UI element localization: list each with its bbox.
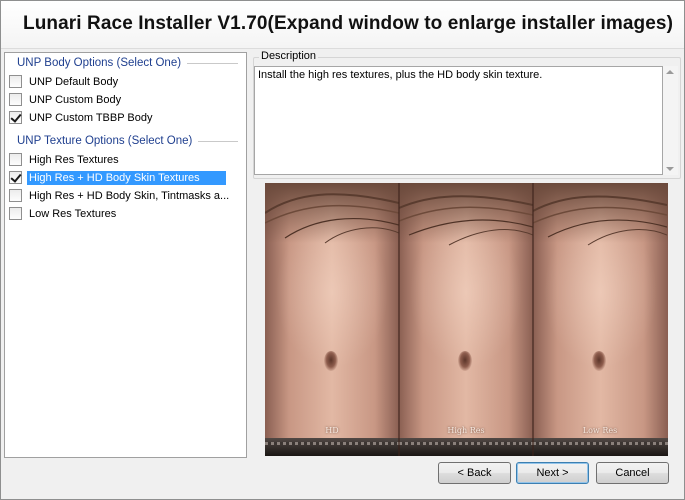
group-header-divider <box>187 63 238 64</box>
hair-strands-icon <box>399 195 533 246</box>
panel-divider <box>398 183 400 456</box>
window-title: Lunari Race Installer V1.70(Expand windo… <box>23 13 674 34</box>
option-unp-custom-body[interactable]: UNP Custom Body <box>9 91 123 108</box>
checkbox[interactable] <box>9 153 22 166</box>
checkbox[interactable] <box>9 207 22 220</box>
checkbox[interactable] <box>9 189 22 202</box>
group-header-texture-text: UNP Texture Options (Select One) <box>17 135 193 147</box>
group-header-texture: UNP Texture Options (Select One) <box>17 134 238 148</box>
checkbox[interactable] <box>9 93 22 106</box>
navel <box>324 351 338 371</box>
belt <box>265 438 399 456</box>
option-unp-custom-tbbp-body[interactable]: UNP Custom TBBP Body <box>9 109 155 126</box>
option-label: High Res + HD Body Skin, Tintmasks a... <box>29 189 230 202</box>
options-panel: UNP Body Options (Select One) UNP Defaul… <box>4 52 247 458</box>
option-high-res-hd-body-skin[interactable]: High Res + HD Body Skin Textures <box>9 169 226 186</box>
option-label: High Res + HD Body Skin Textures <box>27 170 226 185</box>
checkbox[interactable] <box>9 75 22 88</box>
option-label: UNP Custom Body <box>29 93 122 106</box>
option-label: High Res Textures <box>29 153 119 166</box>
hair-strands-icon <box>265 193 399 244</box>
title-bar[interactable]: Lunari Race Installer V1.70(Expand windo… <box>1 1 684 49</box>
option-unp-default-body[interactable]: UNP Default Body <box>9 73 120 90</box>
checkbox-checked[interactable] <box>9 171 22 184</box>
option-high-res-hd-tintmasks[interactable]: High Res + HD Body Skin, Tintmasks a... <box>9 187 231 204</box>
option-label: UNP Custom TBBP Body <box>29 111 153 124</box>
preview-panel-low-res: Low Res <box>533 183 668 456</box>
cancel-button[interactable]: Cancel <box>596 462 669 484</box>
navel <box>592 351 606 371</box>
hair-strands-icon <box>533 195 667 246</box>
description-label: Description <box>259 50 319 62</box>
scroll-up-arrow-icon[interactable] <box>666 70 674 74</box>
next-button[interactable]: Next > <box>516 462 589 484</box>
group-header-body-text: UNP Body Options (Select One) <box>17 57 182 69</box>
option-label: Low Res Textures <box>29 207 117 220</box>
option-low-res-textures[interactable]: Low Res Textures <box>9 205 118 222</box>
preview-image: HD High Res Low Res <box>265 183 668 456</box>
description-text[interactable]: Install the high res textures, plus the … <box>254 66 663 175</box>
checkbox-checked[interactable] <box>9 111 22 124</box>
preview-panel-high-res: High Res <box>399 183 533 456</box>
option-high-res-textures[interactable]: High Res Textures <box>9 151 121 168</box>
scroll-down-arrow-icon[interactable] <box>666 167 674 171</box>
preview-label-hd: HD <box>325 426 339 435</box>
belt <box>399 438 533 456</box>
back-button[interactable]: < Back <box>438 462 511 484</box>
navel <box>458 351 472 371</box>
description-scrollbar[interactable] <box>663 66 678 175</box>
preview-label-high-res: High Res <box>447 426 485 435</box>
group-header-divider <box>198 141 238 142</box>
group-header-body: UNP Body Options (Select One) <box>17 56 238 70</box>
preview-panel-hd: HD <box>265 183 399 456</box>
belt <box>533 438 668 456</box>
option-label: UNP Default Body <box>29 75 119 88</box>
preview-label-low-res: Low Res <box>582 426 618 435</box>
panel-divider <box>532 183 534 456</box>
